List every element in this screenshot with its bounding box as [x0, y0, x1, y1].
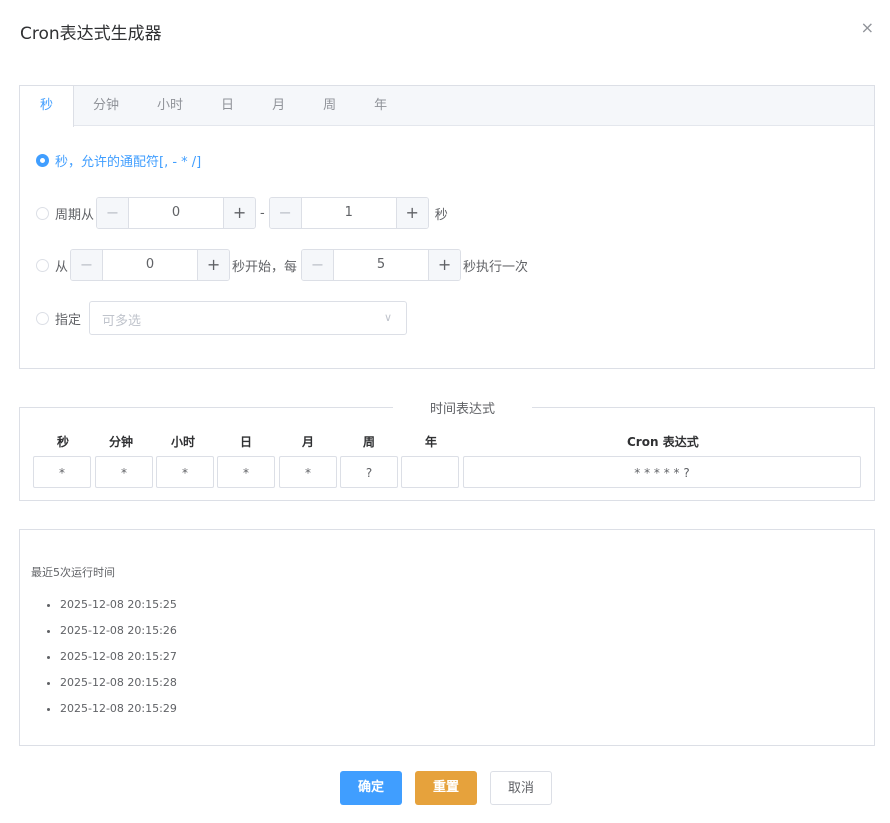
loop-middle: 秒开始，每	[232, 259, 298, 275]
plus-icon[interactable]: +	[197, 250, 230, 280]
tab-second[interactable]: 秒	[20, 86, 75, 127]
cycle-suffix: 秒	[434, 207, 448, 223]
plus-icon[interactable]: +	[223, 198, 256, 228]
value-year	[401, 456, 459, 488]
radio-wildcard[interactable]	[36, 154, 49, 167]
run-times-list: 2025-12-08 20:15:25 2025-12-08 20:15:26 …	[60, 598, 177, 728]
cycle-to-stepper[interactable]: − 1 +	[268, 197, 429, 229]
header-month: 月	[302, 435, 315, 449]
expression-fieldset: 时间表达式 秒 分钟 小时 日 月 周 年 Cron 表达式 * * * * *…	[19, 398, 875, 501]
header-hour: 小时	[171, 435, 196, 449]
value-month: *	[279, 456, 337, 488]
list-item: 2025-12-08 20:15:29	[60, 702, 177, 728]
cron-tabs-panel: 秒 分钟 小时 日 月 周 年 秒，允许的通配符[, - * /] 周期从 − …	[19, 85, 875, 369]
list-item: 2025-12-08 20:15:27	[60, 650, 177, 676]
radio-specify[interactable]	[36, 311, 49, 325]
radio-cycle[interactable]	[36, 206, 49, 220]
confirm-button[interactable]: 确定	[340, 771, 402, 805]
run-times-title: 最近5次运行时间	[31, 566, 115, 579]
tab-minute[interactable]: 分钟	[74, 86, 138, 126]
reset-button[interactable]: 重置	[415, 771, 477, 805]
value-minute: *	[95, 456, 153, 488]
value-hour: *	[156, 456, 214, 488]
tab-hour[interactable]: 小时	[138, 86, 202, 126]
chevron-down-icon: ∨	[383, 311, 393, 324]
header-second: 秒	[57, 435, 70, 449]
list-item: 2025-12-08 20:15:25	[60, 598, 177, 624]
value-week: ?	[340, 456, 398, 488]
cycle-dash: -	[260, 205, 265, 221]
loop-suffix: 秒执行一次	[463, 259, 529, 275]
cycle-to-value[interactable]: 1	[302, 198, 396, 228]
tabs-header: 秒 分钟 小时 日 月 周 年	[20, 86, 874, 127]
minus-icon[interactable]: −	[97, 198, 130, 228]
specify-placeholder: 可多选	[102, 314, 142, 329]
loop-start-stepper[interactable]: − 0 +	[70, 249, 231, 281]
option-wildcard-label: 秒，允许的通配符[, - * /]	[55, 155, 202, 170]
header-week: 周	[363, 435, 376, 449]
plus-icon[interactable]: +	[428, 250, 461, 280]
header-year: 年	[425, 435, 438, 449]
value-second: *	[33, 456, 91, 488]
tab-month[interactable]: 月	[253, 86, 304, 126]
loop-step-value[interactable]: 5	[334, 250, 428, 280]
value-day: *	[217, 456, 275, 488]
minus-icon[interactable]: −	[302, 250, 335, 280]
list-item: 2025-12-08 20:15:26	[60, 624, 177, 650]
specify-label: 指定	[55, 312, 82, 328]
cycle-from-value[interactable]: 0	[129, 198, 223, 228]
cancel-button[interactable]: 取消	[490, 771, 552, 805]
minus-icon[interactable]: −	[269, 198, 302, 228]
cycle-prefix: 周期从	[55, 207, 95, 223]
tab-week[interactable]: 周	[304, 86, 355, 126]
close-icon[interactable]: ×	[861, 20, 874, 36]
header-cron: Cron 表达式	[627, 435, 699, 449]
header-day: 日	[240, 435, 253, 449]
run-times-panel: 最近5次运行时间 2025-12-08 20:15:25 2025-12-08 …	[19, 529, 875, 746]
plus-icon[interactable]: +	[395, 198, 428, 228]
option-wildcard[interactable]: 秒，允许的通配符[, - * /]	[36, 151, 201, 170]
loop-start-value[interactable]: 0	[103, 250, 197, 280]
list-item: 2025-12-08 20:15:28	[60, 676, 177, 702]
loop-step-stepper[interactable]: − 5 +	[301, 249, 462, 281]
tab-year[interactable]: 年	[355, 86, 406, 126]
expression-legend: 时间表达式	[393, 398, 533, 417]
dialog-title: Cron表达式生成器	[20, 24, 162, 44]
option-specify[interactable]: 指定 可多选 ∨	[36, 301, 408, 335]
loop-prefix: 从	[55, 259, 69, 275]
cycle-from-stepper[interactable]: − 0 +	[96, 197, 257, 229]
minus-icon[interactable]: −	[71, 250, 104, 280]
header-minute: 分钟	[109, 435, 134, 449]
value-cron: * * * * * ?	[463, 456, 861, 488]
option-loop[interactable]: 从 − 0 + 秒开始，每 − 5 + 秒执行一次	[36, 249, 528, 281]
tab-day[interactable]: 日	[202, 86, 253, 126]
option-cycle[interactable]: 周期从 − 0 + - − 1 + 秒	[36, 197, 448, 229]
radio-loop[interactable]	[36, 258, 49, 272]
specify-select[interactable]: 可多选 ∨	[89, 301, 408, 335]
